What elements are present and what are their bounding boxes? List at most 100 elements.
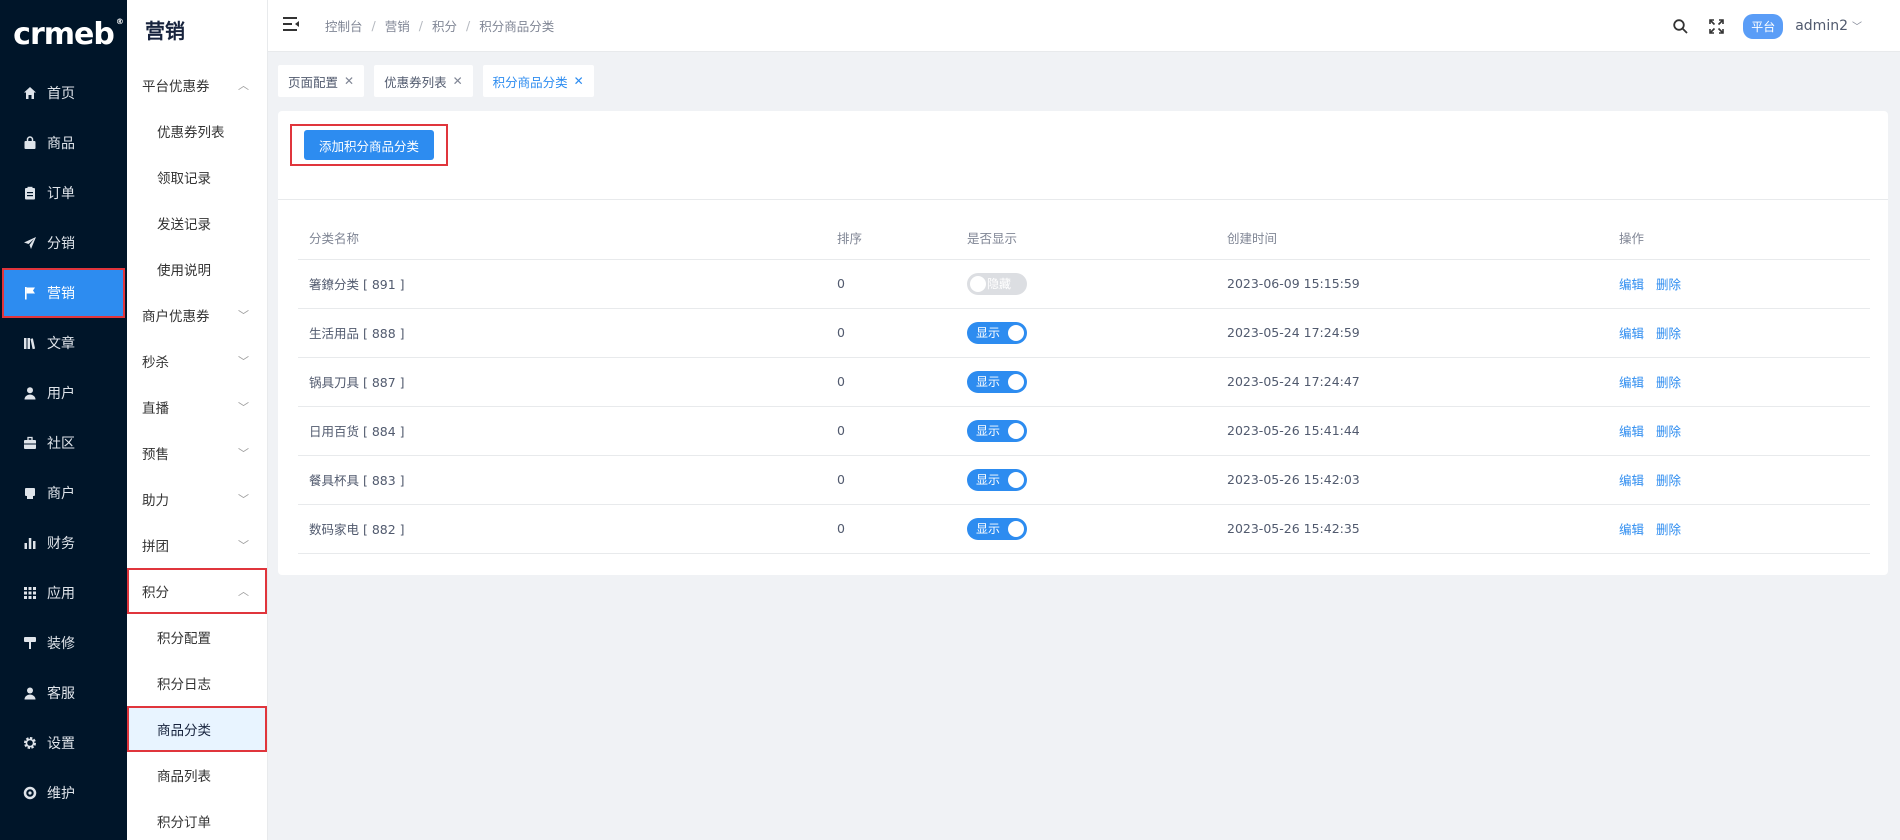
show-toggle[interactable]: 显示 [967,468,1027,491]
nav-item-1[interactable]: 商品 [0,118,127,168]
nav-item-label: 装修 [47,636,75,652]
nav-item-label: 设置 [47,736,75,752]
search-icon[interactable] [1671,17,1689,35]
nav-item-10[interactable]: 应用 [0,568,127,618]
close-icon[interactable]: ✕ [453,74,463,88]
edit-link[interactable]: 编辑 [1619,375,1644,390]
chevron-down-icon: ﹀ [1852,22,1862,33]
submenu-group-3[interactable]: 直播 ﹀ [127,384,267,430]
fullscreen-icon[interactable] [1707,17,1725,35]
category-name-cell: 数码家电 [ 882 ] [298,504,826,554]
edit-link[interactable]: 编辑 [1619,326,1644,341]
delete-link[interactable]: 删除 [1656,522,1681,537]
submenu-item-7-2[interactable]: 商品分类 [127,706,267,752]
toggle-label: 隐藏 [987,277,1012,291]
column-header: 排序 [826,217,956,260]
breadcrumb-item[interactable]: 积分 [432,16,457,35]
actions-cell: 编辑 删除 [1608,357,1870,407]
sort-cell: 0 [826,357,956,407]
tab-page-config[interactable]: 页面配置 ✕ [278,65,365,97]
content-card: 添加积分商品分类 分类名称 排序 是否显示 创建时间 操作 箸鐐分类 [ 891… [278,111,1888,575]
created-time-cell: 2023-05-26 15:41:44 [1216,406,1608,456]
submenu-group-7[interactable]: 积分 ︿ [127,568,267,614]
submenu-item-0-0[interactable]: 优惠券列表 [127,108,267,154]
nav-item-0[interactable]: 首页 [0,68,127,118]
tab-bar: 页面配置 ✕ 优惠券列表 ✕ 积分商品分类 ✕ [268,52,1900,110]
delete-link[interactable]: 删除 [1656,375,1681,390]
show-cell: 显示 [956,504,1216,554]
submenu-group-label: 助力 [142,493,169,509]
category-table: 分类名称 排序 是否显示 创建时间 操作 箸鐐分类 [ 891 ] 0 隐藏 2023… [298,217,1870,554]
nav-item-label: 用户 [47,386,75,402]
edit-link[interactable]: 编辑 [1619,473,1644,488]
submenu-item-7-1[interactable]: 积分日志 [127,660,267,706]
delete-link[interactable]: 删除 [1656,473,1681,488]
book-icon [22,335,38,351]
edit-link[interactable]: 编辑 [1619,277,1644,292]
chevron-down-icon: ﹀ [238,355,249,368]
nav-item-3[interactable]: 分销 [0,218,127,268]
nav-item-label: 应用 [47,586,75,602]
tab-points-category[interactable]: 积分商品分类 ✕ [482,65,594,97]
show-toggle[interactable]: 隐藏 [967,272,1027,295]
submenu-item-7-3[interactable]: 商品列表 [127,752,267,798]
breadcrumb-item: 积分商品分类 [479,19,555,34]
created-time-cell: 2023-05-24 17:24:47 [1216,357,1608,407]
nav-item-label: 社区 [47,436,75,452]
nav-item-6[interactable]: 用户 [0,368,127,418]
submenu-group-1[interactable]: 商户优惠券 ﹀ [127,292,267,338]
add-points-category-button[interactable]: 添加积分商品分类 [303,130,434,160]
lifebuoy-icon [22,785,38,801]
nav-item-9[interactable]: 财务 [0,518,127,568]
show-toggle[interactable]: 显示 [967,370,1027,393]
submenu-group-6[interactable]: 拼团 ﹀ [127,522,267,568]
submenu-item-7-0[interactable]: 积分配置 [127,614,267,660]
nav-item-5[interactable]: 文章 [0,318,127,368]
nav-item-12[interactable]: 客服 [0,668,127,718]
nav-item-11[interactable]: 装修 [0,618,127,668]
nav-item-14[interactable]: 维护 [0,768,127,818]
column-header: 分类名称 [298,217,826,260]
actions-cell: 编辑 删除 [1608,455,1870,505]
flag-icon [22,285,38,301]
user-menu[interactable]: admin2 ﹀ [1795,18,1862,34]
close-icon[interactable]: ✕ [344,74,354,88]
tab-coupon-list[interactable]: 优惠券列表 ✕ [374,65,473,97]
nav-item-13[interactable]: 设置 [0,718,127,768]
edit-link[interactable]: 编辑 [1619,522,1644,537]
show-cell: 显示 [956,406,1216,456]
nav-item-2[interactable]: 订单 [0,168,127,218]
show-toggle[interactable]: 显示 [967,321,1027,344]
edit-link[interactable]: 编辑 [1619,424,1644,439]
submenu-item-0-2[interactable]: 发送记录 [127,200,267,246]
close-icon[interactable]: ✕ [574,74,584,88]
submenu-item-0-3[interactable]: 使用说明 [127,246,267,292]
created-time-cell: 2023-06-09 15:15:59 [1216,259,1608,309]
nav-item-8[interactable]: 商户 [0,468,127,518]
breadcrumb-item[interactable]: 控制台 [325,16,363,35]
show-toggle[interactable]: 显示 [967,517,1027,540]
submenu-item-7-4[interactable]: 积分订单 [127,798,267,840]
show-toggle[interactable]: 显示 [967,419,1027,442]
breadcrumb-item[interactable]: 营销 [385,16,410,35]
submenu-group-5[interactable]: 助力 ﹀ [127,476,267,522]
nav-item-7[interactable]: 社区 [0,418,127,468]
bag-icon [22,135,38,151]
delete-link[interactable]: 删除 [1656,424,1681,439]
submenu-item-0-1[interactable]: 领取记录 [127,154,267,200]
nav-item-label: 订单 [47,186,75,202]
submenu-group-0[interactable]: 平台优惠券 ︿ [127,62,267,108]
delete-link[interactable]: 删除 [1656,277,1681,292]
menu-collapse-icon[interactable] [283,15,303,36]
crmeb-logo[interactable]: crmeb ® [0,0,127,68]
delete-link[interactable]: 删除 [1656,326,1681,341]
nav-item-4[interactable]: 营销 [2,268,125,318]
submenu-group-4[interactable]: 预售 ﹀ [127,430,267,476]
nav-item-label: 维护 [47,786,75,802]
created-time-cell: 2023-05-26 15:42:03 [1216,455,1608,505]
nav-item-label: 客服 [47,686,75,702]
sort-cell: 0 [826,259,956,309]
submenu-group-2[interactable]: 秒杀 ﹀ [127,338,267,384]
breadcrumb: 控制台 / 营销 / 积分 / 积分商品分类 [325,16,555,35]
main-sidebar: crmeb ® 首页 商品订单分销 营销 文章用户社区商户 财务应用装修客服设置维护 [0,0,127,840]
